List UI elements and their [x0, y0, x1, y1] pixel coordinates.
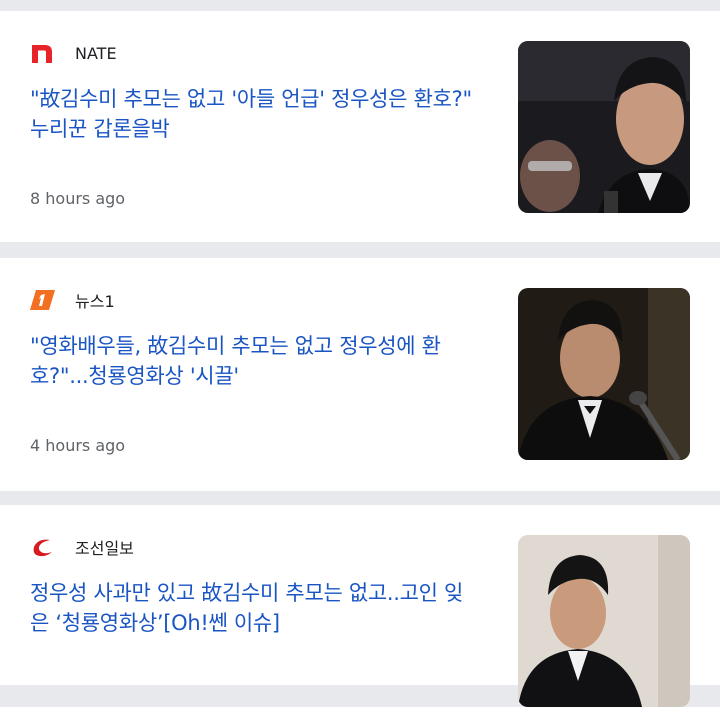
source-name: NATE: [75, 43, 117, 63]
article-headline[interactable]: 정우성 사과만 있고 故김수미 추모는 없고..고인 잊은 ‘청룡영화상’[Oh…: [30, 578, 480, 638]
news1-logo-icon: [30, 288, 58, 312]
source-name: 뉴스1: [75, 292, 115, 311]
article-headline[interactable]: "故김수미 추모는 없고 '아들 언급' 정우성은 환호?" 누리꾼 갑론을박: [30, 84, 480, 144]
article-timestamp: 8 hours ago: [30, 189, 126, 208]
source-row: 뉴스1: [30, 288, 115, 312]
nate-logo-icon: [30, 41, 58, 65]
news-card[interactable]: 조선일보 정우성 사과만 있고 故김수미 추모는 없고..고인 잊은 ‘청룡영화…: [0, 505, 720, 707]
source-row: NATE: [30, 41, 117, 65]
source-name: 조선일보: [75, 539, 134, 558]
news-feed: NATE "故김수미 추모는 없고 '아들 언급' 정우성은 환호?" 누리꾼 …: [0, 0, 720, 707]
chosun-logo-icon: [30, 535, 58, 559]
article-headline[interactable]: "영화배우들, 故김수미 추모는 없고 정우성에 환호?"...청룡영화상 '시…: [30, 331, 480, 391]
source-row: 조선일보: [30, 535, 134, 559]
article-thumbnail[interactable]: [518, 288, 690, 460]
article-timestamp: 4 hours ago: [30, 436, 126, 455]
news-card[interactable]: 뉴스1 "영화배우들, 故김수미 추모는 없고 정우성에 환호?"...청룡영화…: [0, 258, 720, 491]
news-card[interactable]: NATE "故김수미 추모는 없고 '아들 언급' 정우성은 환호?" 누리꾼 …: [0, 11, 720, 242]
article-thumbnail[interactable]: [518, 535, 690, 707]
article-thumbnail[interactable]: [518, 41, 690, 213]
